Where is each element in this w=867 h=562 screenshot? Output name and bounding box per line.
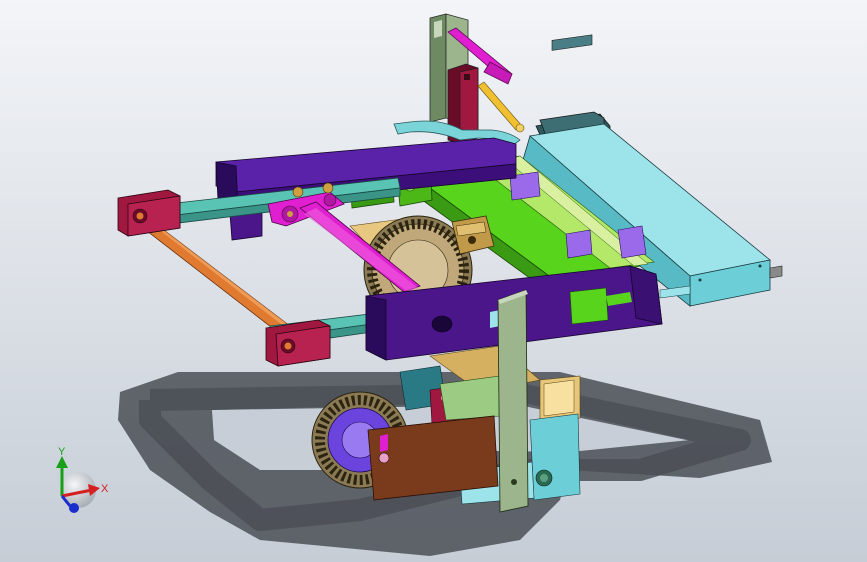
cad-viewport[interactable]: Y X bbox=[0, 0, 867, 562]
brown-mount-plate[interactable] bbox=[367, 415, 499, 501]
olive-front-plate[interactable] bbox=[497, 289, 529, 513]
x-axis-label: X bbox=[101, 483, 109, 495]
sage-vertical-plate[interactable] bbox=[439, 375, 501, 421]
z-axis-arrowhead bbox=[69, 503, 79, 513]
maroon-end-block-left[interactable] bbox=[117, 189, 181, 237]
y-axis-label: Y bbox=[58, 446, 66, 458]
teal-knob[interactable] bbox=[535, 469, 553, 487]
assembly-scene[interactable]: Y X bbox=[0, 0, 867, 562]
maroon-end-block-right[interactable] bbox=[265, 319, 331, 367]
